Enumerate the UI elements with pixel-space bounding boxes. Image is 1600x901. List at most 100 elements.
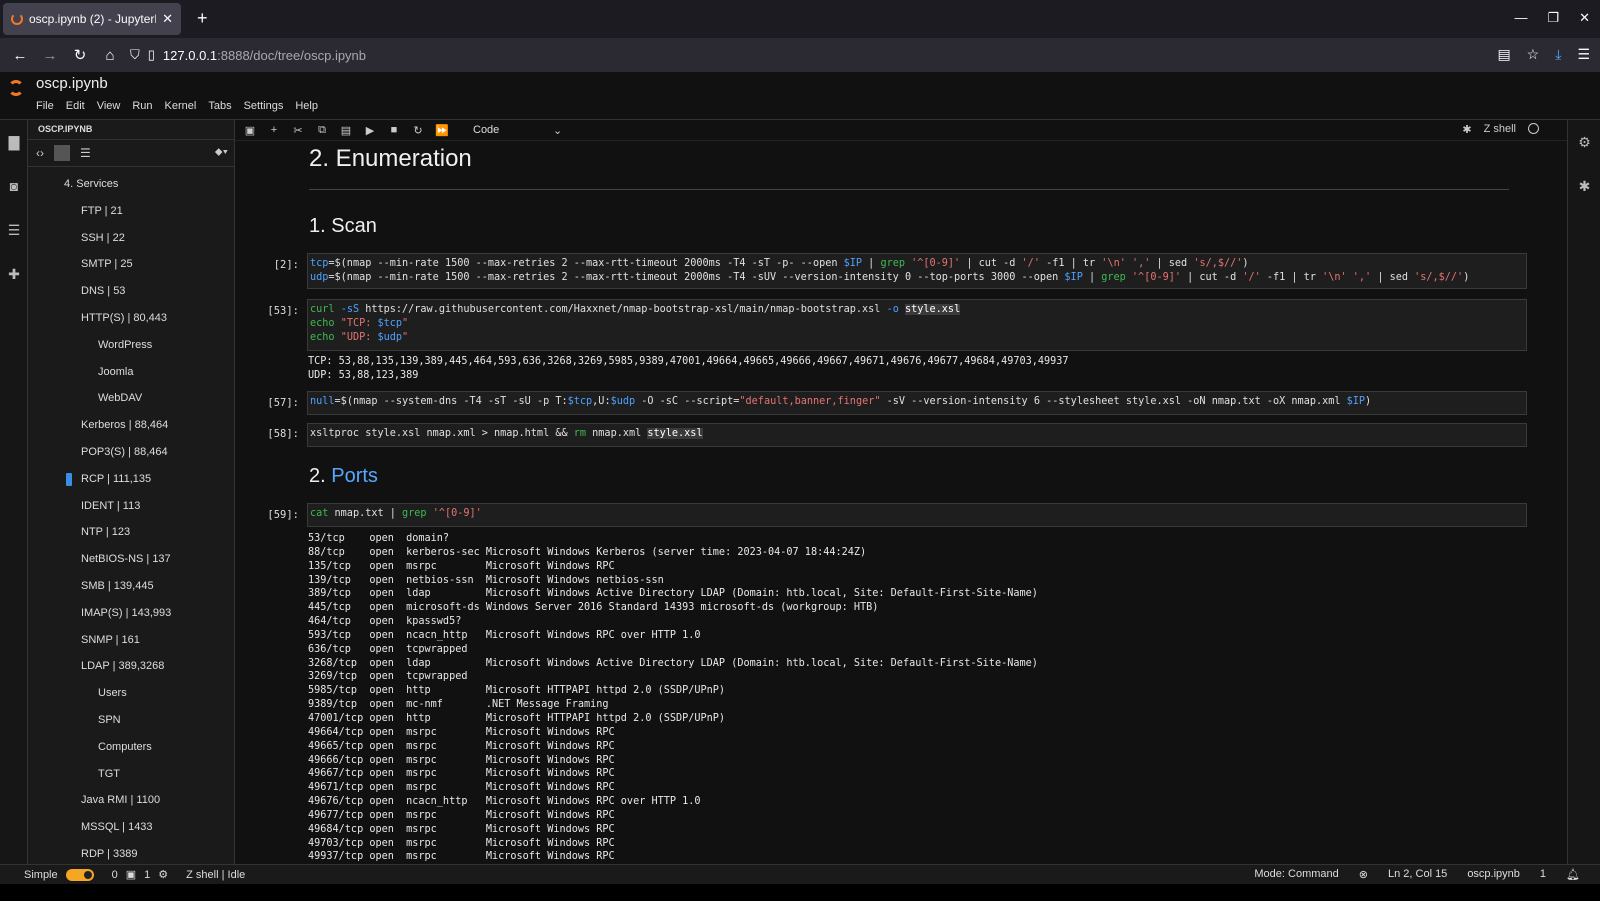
- toc-item[interactable]: NTP | 123: [28, 519, 234, 546]
- code-cell-curl[interactable]: curl -sS https://raw.githubusercontent.c…: [307, 299, 1527, 351]
- toc-item[interactable]: Java RMI | 1100: [28, 787, 234, 814]
- close-tab-icon[interactable]: ✕: [162, 11, 173, 27]
- running-kernels-icon[interactable]: ◙: [0, 164, 28, 208]
- toc-item[interactable]: DNS | 53: [28, 278, 234, 305]
- toc-item[interactable]: NetBIOS-NS | 137: [28, 546, 234, 573]
- toc-item[interactable]: WebDAV: [28, 385, 234, 412]
- toc-item-label: IMAP(S) | 143,993: [81, 606, 172, 619]
- cursor-position[interactable]: Ln 2, Col 15: [1388, 868, 1447, 881]
- reload-icon[interactable]: ↻: [65, 46, 95, 64]
- toc-item-label: Users: [98, 687, 127, 700]
- restore-icon[interactable]: ❐: [1547, 10, 1559, 26]
- toc-item-label: SNMP | 161: [81, 633, 140, 646]
- menu-kernel[interactable]: Kernel: [165, 100, 197, 112]
- restart-icon[interactable]: ↻: [411, 124, 425, 137]
- close-window-icon[interactable]: ✕: [1579, 10, 1590, 26]
- forward-icon[interactable]: →: [35, 47, 65, 64]
- table-of-contents-icon[interactable]: ☰: [0, 208, 28, 252]
- toc-item[interactable]: IDENT | 113: [28, 493, 234, 520]
- cut-icon[interactable]: ✂: [291, 124, 305, 137]
- toc-item[interactable]: SMB | 139,445: [28, 573, 234, 600]
- back-icon[interactable]: ←: [5, 47, 35, 64]
- menu-view[interactable]: View: [97, 100, 121, 112]
- toc-item[interactable]: POP3(S) | 88,464: [28, 439, 234, 466]
- heading-enumeration: 2. Enumeration: [309, 145, 472, 172]
- menu-tabs[interactable]: Tabs: [208, 100, 231, 112]
- toc-item[interactable]: TGT: [28, 761, 234, 788]
- new-tab-icon[interactable]: +: [197, 8, 208, 28]
- restart-run-all-icon[interactable]: ⏩: [435, 124, 449, 137]
- toc-item[interactable]: IMAP(S) | 143,993: [28, 600, 234, 627]
- toc-item[interactable]: Joomla: [28, 359, 234, 386]
- toc-item[interactable]: SMTP | 25: [28, 251, 234, 278]
- browser-tab[interactable]: oscp.ipynb (2) - JupyterLab ✕: [3, 3, 181, 35]
- toc-item[interactable]: HTTP(S) | 80,443: [28, 305, 234, 332]
- home-icon[interactable]: ⌂: [95, 47, 125, 64]
- toc-item[interactable]: 4. Services: [28, 171, 234, 198]
- terminal-count[interactable]: 0: [112, 869, 118, 881]
- simple-mode-toggle[interactable]: [65, 868, 94, 881]
- numbering-icon[interactable]: ☰: [80, 146, 91, 160]
- kernel-name[interactable]: Z shell: [1484, 123, 1516, 136]
- heading-ports-link[interactable]: Ports: [331, 465, 378, 487]
- toc-item[interactable]: SNMP | 161: [28, 627, 234, 654]
- code-cell-nmap[interactable]: null=$(nmap --system-dns -T4 -sT -sU -p …: [307, 391, 1527, 415]
- toc-item-label: DNS | 53: [81, 285, 126, 298]
- folder-icon[interactable]: ▇: [0, 120, 28, 164]
- bug-icon[interactable]: ✱: [1462, 123, 1471, 136]
- shield-icon[interactable]: ⛉: [130, 47, 140, 63]
- code-cell-scan[interactable]: tcp=$(nmap --min-rate 1500 --max-retries…: [307, 253, 1527, 289]
- toc-item[interactable]: SSH | 22: [28, 225, 234, 252]
- code-cell-cat[interactable]: cat nmap.txt | grep '^[0-9]': [307, 503, 1527, 527]
- kernel-count[interactable]: 1: [144, 869, 150, 881]
- toc-item[interactable]: SPN: [28, 707, 234, 734]
- code-cell-xsltproc[interactable]: xsltproc style.xsl nmap.xml > nmap.html …: [307, 423, 1527, 447]
- cell-type-select[interactable]: Code: [473, 124, 543, 136]
- toc-item[interactable]: WordPress: [28, 332, 234, 359]
- code-toggle-icon[interactable]: ‹›: [36, 146, 44, 160]
- toc-item[interactable]: MSSQL | 1433: [28, 814, 234, 841]
- active-marker: [66, 472, 72, 486]
- url-bar[interactable]: ⛉ ▯ 127.0.0.1:8888/doc/tree/oscp.ipynb: [130, 42, 1460, 68]
- minimize-icon[interactable]: —: [1514, 10, 1527, 26]
- menu-run[interactable]: Run: [132, 100, 152, 112]
- chevron-down-icon[interactable]: ⌄: [553, 124, 562, 137]
- menu-edit[interactable]: Edit: [66, 100, 85, 112]
- property-inspector-icon[interactable]: ⚙: [1568, 120, 1600, 164]
- url-host: 127.0.0.1: [162, 47, 218, 63]
- toc-item-label: SMB | 139,445: [81, 579, 154, 592]
- toc-item[interactable]: FTP | 21: [28, 198, 234, 225]
- heading-divider: [309, 189, 1509, 190]
- menu-file[interactable]: File: [36, 100, 54, 112]
- run-icon[interactable]: ▶: [363, 124, 377, 137]
- toc-item[interactable]: Computers: [28, 734, 234, 761]
- code-line: cat nmap.txt | grep '^[0-9]': [310, 508, 482, 519]
- toc-list: 4. Services FTP | 21 SSH | 22 SMTP | 25 DNS …: [28, 171, 234, 868]
- paste-icon[interactable]: ▤: [339, 124, 353, 137]
- heading-ports-number: 2.: [309, 465, 326, 487]
- debugger-icon[interactable]: ✱: [1568, 164, 1600, 208]
- toc-item[interactable]: Users: [28, 680, 234, 707]
- notification-count[interactable]: 1: [1540, 868, 1546, 881]
- markdown-toggle-icon[interactable]: [54, 145, 70, 161]
- bookmark-star-icon[interactable]: ☆: [1527, 46, 1540, 63]
- menu-help[interactable]: Help: [295, 100, 318, 112]
- download-icon[interactable]: ⤓: [1555, 46, 1561, 63]
- toc-item[interactable]: LDAP | 389,3268: [28, 653, 234, 680]
- copy-icon[interactable]: ⧉: [315, 124, 329, 137]
- save-icon[interactable]: ▣: [243, 124, 257, 137]
- bell-icon[interactable]: 🔔︎: [1566, 868, 1580, 881]
- insert-cell-icon[interactable]: +: [267, 124, 281, 136]
- tag-icon[interactable]: ⬥▾: [215, 146, 228, 159]
- cell-prompt: [58]:: [267, 428, 299, 440]
- kernel-status-text[interactable]: Z shell | Idle: [186, 869, 245, 881]
- extensions-puzzle-icon[interactable]: ✚: [0, 252, 28, 296]
- toc-item[interactable]: Kerberos | 88,464: [28, 412, 234, 439]
- toc-item[interactable]: RCP | 111,135: [28, 466, 234, 493]
- stop-icon[interactable]: ■: [387, 124, 401, 136]
- menu-settings[interactable]: Settings: [244, 100, 284, 112]
- toc-item-label: RCP | 111,135: [81, 472, 152, 485]
- reader-view-icon[interactable]: ▤: [1497, 46, 1510, 63]
- lsp-icon[interactable]: ⊗: [1359, 868, 1368, 881]
- app-menu-icon[interactable]: ☰: [1577, 46, 1590, 63]
